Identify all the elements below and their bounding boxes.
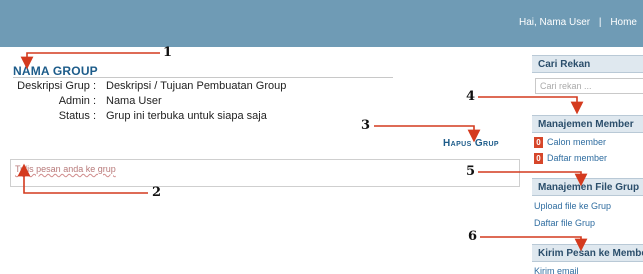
annotation-arrow-4 <box>478 96 584 115</box>
annotation-number-2: 2 <box>152 185 162 200</box>
annotation-number-1: 1 <box>163 45 173 60</box>
annotation-number-4: 4 <box>466 89 476 104</box>
annotation-arrow-6 <box>480 236 588 252</box>
annotation-number-6: 6 <box>468 229 478 244</box>
annotation-number-5: 5 <box>466 164 476 179</box>
annotation-arrow-5 <box>478 171 588 187</box>
annotation-arrow-3 <box>374 125 481 143</box>
annotation-arrow-2 <box>17 163 148 194</box>
annotation-arrow-1 <box>20 52 160 70</box>
annotation-number-3: 3 <box>361 118 371 133</box>
annotation-arrows <box>17 52 588 252</box>
